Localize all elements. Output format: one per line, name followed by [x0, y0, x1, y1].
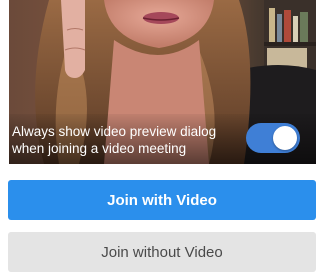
join-with-video-button[interactable]: Join with Video [8, 180, 316, 220]
join-without-video-button[interactable]: Join without Video [8, 232, 316, 272]
video-preview-toggle[interactable] [246, 123, 300, 153]
video-preview-setting-label: Always show video preview dialog when jo… [12, 124, 217, 156]
toggle-knob [273, 126, 297, 150]
